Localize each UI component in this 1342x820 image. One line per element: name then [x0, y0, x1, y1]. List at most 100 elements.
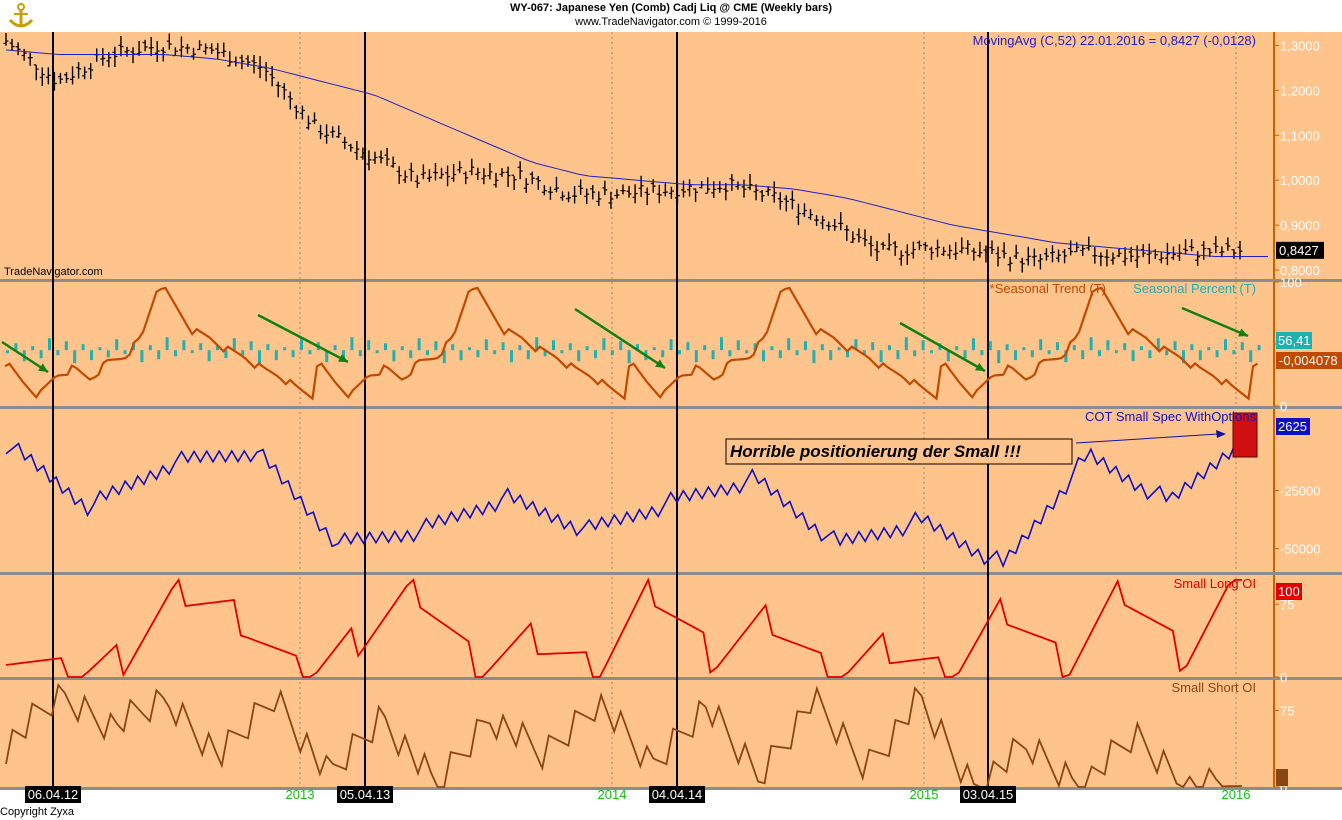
seasonal-percent-bar — [1207, 347, 1211, 351]
seasonal-percent-bar — [476, 350, 480, 358]
seasonal-percent-bar — [291, 350, 295, 358]
seasonal-percent-bar — [1005, 344, 1009, 351]
seasonal-percent-bar — [778, 350, 782, 359]
seasonal-percent-bar — [1106, 340, 1110, 351]
seasonal-percent-bar — [56, 350, 60, 356]
seasonal-percent-bar — [232, 338, 236, 351]
price-last-value: 0,8427 — [1279, 243, 1319, 258]
seasonal-percent-bar — [518, 345, 522, 351]
seasonal-percent-bar — [115, 339, 119, 351]
seasonal-percent-bar — [409, 350, 413, 359]
seasonal-percent-bar — [1022, 347, 1026, 351]
seasonal-percent-bar — [451, 344, 455, 351]
seasonal-percent-bar — [1114, 350, 1118, 354]
chart-canvas: 06.04.12 05.04.13 04.04.14 03.04.15 2013 2014… — [0, 32, 1342, 820]
seasonal-percent-bar — [6, 350, 9, 354]
seasonal-percent-bar — [1165, 350, 1169, 356]
seasonal-percent-bar — [913, 350, 917, 357]
seasonal-percent-bar — [997, 350, 1001, 364]
seasonal-percent-bar — [350, 337, 354, 351]
seasonal-percent-bar — [686, 342, 690, 351]
date-label-1: 06.04.12 — [28, 787, 79, 802]
price-ytick-4: 1,0000 — [1280, 173, 1320, 188]
year-label-4: 2016 — [1222, 787, 1251, 802]
seasonal-percent-bar — [1014, 350, 1017, 361]
seasonal-percent-bar — [1190, 344, 1194, 351]
seasonal-percent-bar — [577, 350, 581, 362]
seasonal-percent-bar — [510, 350, 513, 363]
seasonal-percent-bar — [736, 340, 740, 351]
seasonal-percent-bar — [333, 345, 337, 351]
panel-separator-4 — [0, 677, 1342, 680]
long-oi-legend: Small Long OI — [1174, 576, 1256, 591]
seasonal-percent-bar — [174, 350, 177, 357]
seasonal-trend-legend: *Seasonal Trend (T) — [990, 281, 1106, 296]
price-ytick-1: 1,3000 — [1280, 38, 1320, 53]
year-label-2: 2014 — [598, 787, 627, 802]
seasonal-percent-bar — [837, 347, 841, 351]
panel-bg-4 — [0, 575, 1274, 677]
seasonal-percent-bar — [787, 338, 791, 351]
seasonal-trend-last-value: -0,004078 — [1279, 353, 1338, 368]
seasonal-percent-bar — [1198, 350, 1202, 361]
seasonal-percent-bar — [812, 350, 816, 364]
seasonal-percent-bar — [81, 344, 85, 351]
seasonal-percent-bar — [468, 347, 471, 351]
seasonal-percent-bar — [526, 350, 530, 360]
panel-bg-1 — [0, 32, 1274, 279]
seasonal-percent-bar — [930, 350, 933, 354]
seasonal-percent-bar — [64, 341, 68, 351]
seasonal-percent-bar — [972, 338, 975, 351]
seasonal-percent-bar — [106, 350, 110, 358]
seasonal-percent-bar — [921, 340, 925, 351]
seasonal-percent-bar — [501, 342, 505, 351]
seasonal-percent-bar — [182, 340, 186, 351]
seasonal-percent-bar — [157, 350, 161, 360]
price-ytick-2: 1,2000 — [1280, 83, 1320, 98]
seasonal-percent-bar — [123, 350, 127, 355]
seasonal-percent-bar — [484, 339, 488, 351]
seasonal-percent-bar — [1089, 337, 1093, 351]
seasonal-percent-bar — [400, 346, 404, 351]
panel-bg-5 — [0, 680, 1274, 787]
date-label-2: 05.04.13 — [340, 787, 391, 802]
short-oi-ytick-1: 75 — [1280, 704, 1294, 719]
copyright-footer: Copyright Zyxa — [0, 806, 74, 818]
seasonal-percent-bar — [426, 350, 429, 356]
seasonal-percent-bar — [610, 350, 614, 356]
seasonal-percent-bar — [1072, 345, 1076, 351]
seasonal-percent-bar — [879, 350, 883, 363]
short-oi-last-bg — [1276, 769, 1288, 786]
seasonal-percent-bar — [308, 350, 312, 355]
seasonal-percent-bar — [1224, 339, 1227, 351]
seasonal-percent-bar — [552, 340, 555, 351]
seasonal-percent-bar — [1098, 350, 1101, 357]
seasonal-ytick-1: 100 — [1280, 275, 1302, 290]
seasonal-percent-bar — [300, 339, 303, 351]
year-label-3: 2015 — [910, 787, 939, 802]
seasonal-percent-bar — [367, 340, 371, 351]
seasonal-percent-bar — [199, 343, 203, 351]
seasonal-percent-bar — [703, 345, 707, 351]
seasonal-percent-bar — [585, 346, 589, 351]
seasonal-percent-bar — [804, 341, 807, 351]
price-ytick-5: 0,9000 — [1280, 218, 1320, 233]
seasonal-percent-bar — [694, 350, 698, 363]
cot-legend: COT Small Spec WithOptions — [1085, 409, 1256, 424]
seasonal-percent-bar — [820, 344, 824, 351]
seasonal-percent-bar — [888, 345, 891, 351]
seasonal-percent-bar — [140, 350, 144, 363]
panel-bg-2 — [0, 282, 1274, 406]
seasonal-percent-bar — [48, 338, 51, 351]
seasonal-percent-bar — [73, 350, 77, 364]
date-label-4: 03.04.15 — [963, 787, 1014, 802]
seasonal-percent-bar — [384, 343, 387, 351]
seasonal-percent-bar — [1131, 350, 1135, 362]
seasonal-percent-bar — [190, 350, 194, 354]
seasonal-percent-bar — [98, 347, 102, 351]
seasonal-percent-bar — [871, 342, 875, 351]
seasonal-percent-bar — [493, 350, 497, 355]
seasonal-percent-bar — [896, 350, 900, 360]
seasonal-percent-bar — [434, 341, 438, 351]
cot-ytick-1: -25000 — [1280, 484, 1320, 499]
